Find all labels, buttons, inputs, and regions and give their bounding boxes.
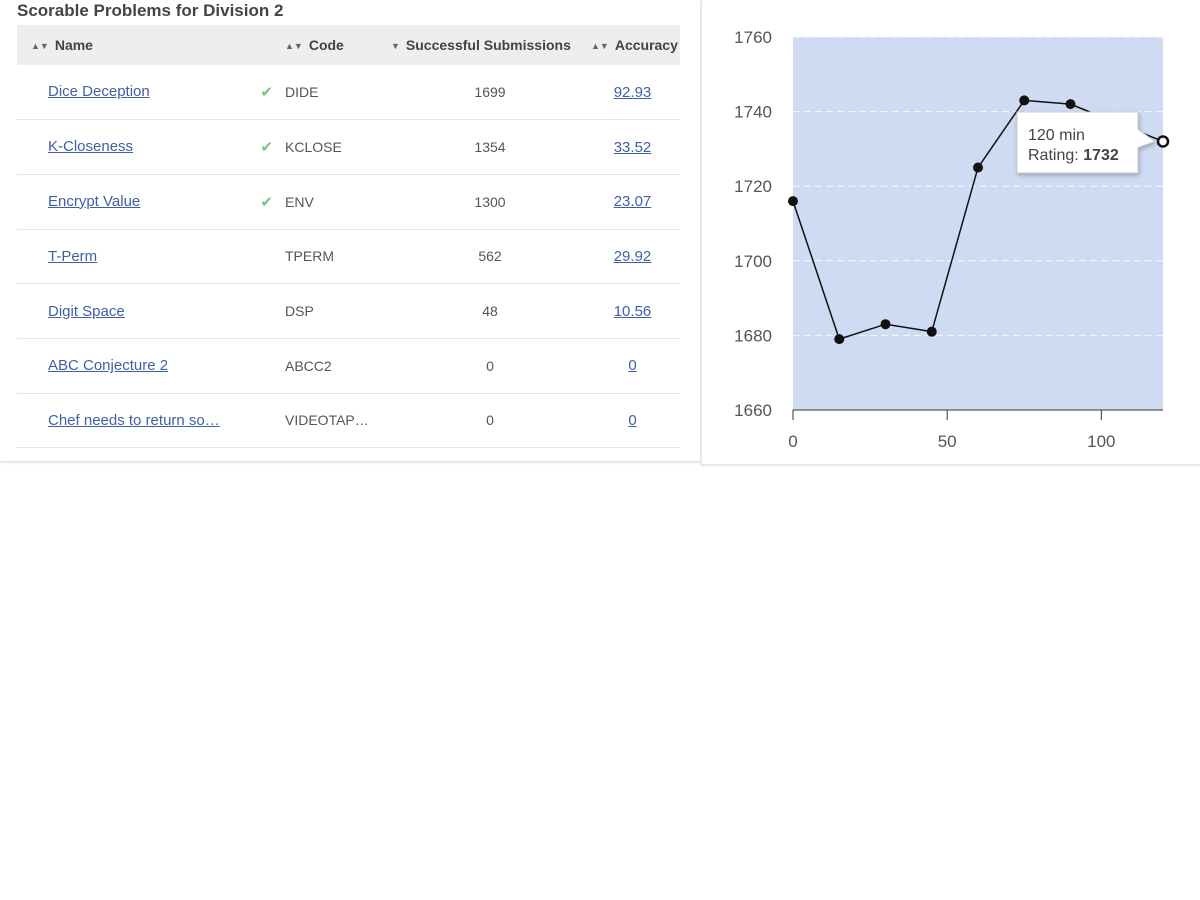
data-point [973,162,983,173]
column-header-name[interactable]: ▲▼ Name [17,25,285,65]
problem-name-link[interactable]: T-Perm [48,248,97,265]
y-tick-label: 1700 [734,252,772,271]
table-row: T-Perm TPERM 562 29.92 [17,229,680,284]
problem-name-link[interactable]: Digit Space [48,303,125,320]
problem-code: DIDE [285,84,319,101]
rating-chart-panel: 0 50 100 1660 1680 1700 1720 1740 1760 120 min Rat… [701,0,1200,465]
tooltip-rating: Rating: 1732 [1028,147,1119,164]
table-header-row: ▲▼ Name ▲▼ Code ▼ Successful Submissions ▲▼… [17,25,680,65]
data-point [1065,99,1076,110]
solved-check-icon: ✔ [260,193,273,211]
problem-name-link[interactable]: Encrypt Value [48,193,140,211]
table-row: Dice Deception ✔ DIDE 1699 92.93 [17,65,680,120]
data-point [880,319,891,330]
y-tick-label: 1680 [734,326,772,345]
sort-icon[interactable]: ▲▼ [285,41,303,51]
accuracy-link[interactable]: 92.93 [614,84,652,101]
accuracy-link[interactable]: 0 [628,357,636,374]
problem-name-link[interactable]: K-Closeness [48,138,133,156]
problem-name-link[interactable]: Chef needs to return so… [48,412,220,429]
problem-name-link[interactable]: ABC Conjecture 2 [48,357,168,374]
problem-code: ENV [285,193,314,210]
column-header-label: Successful Submissions [405,37,571,53]
x-tick-label: 0 [788,432,797,451]
problem-code: ABCC2 [285,357,332,374]
problem-code: DSP [285,303,314,320]
solved-check-icon: ✔ [260,84,273,102]
problems-table: ▲▼ Name ▲▼ Code ▼ Successful Submissions ▲▼… [17,25,680,448]
table-row: Chef needs to return so… VIDEOTAP… 0 0 [17,393,680,448]
table-body: Dice Deception ✔ DIDE 1699 92.93 K-Closeness ✔… [17,65,680,448]
accuracy-link[interactable]: 23.07 [614,193,652,210]
y-tick-label: 1740 [734,103,772,122]
column-header-label: Name [54,37,93,53]
problems-panel: Scorable Problems for Division 2 ▲▼ Name … [0,0,700,462]
successful-submissions: 1699 [474,84,506,101]
problem-code: TPERM [285,248,334,265]
x-tick-label: 50 [938,432,957,451]
table-row: K-Closeness ✔ KCLOSE 1354 33.52 [17,120,680,175]
column-header-label: Code [308,37,344,53]
y-tick-label: 1660 [734,401,772,420]
problem-code: VIDEOTAP… [285,412,369,429]
rating-tooltip: 120 min Rating: 1732 [1016,111,1157,174]
column-header-submissions[interactable]: ▼ Successful Submissions [389,25,591,65]
solved-check-icon: ✔ [260,139,273,157]
rating-chart: 0 50 100 1660 1680 1700 1720 1740 1760 120 min Rat… [734,28,1170,451]
successful-submissions: 48 [482,303,498,320]
accuracy-link[interactable]: 29.92 [614,248,652,265]
table-row: ABC Conjecture 2 ABCC2 0 0 [17,338,680,394]
successful-submissions: 562 [478,248,502,265]
successful-submissions: 0 [486,357,494,374]
column-header-code[interactable]: ▲▼ Code [285,25,389,65]
plot-area [793,37,1163,410]
accuracy-link[interactable]: 0 [628,412,636,429]
sort-down-icon[interactable]: ▼ [391,41,400,51]
data-point [1019,95,1030,106]
tooltip-time: 120 min [1028,127,1085,144]
column-header-label: Accuracy [614,37,678,53]
panel-title: Scorable Problems for Division 2 [17,1,284,20]
sort-icon[interactable]: ▲▼ [31,41,49,51]
data-point [926,326,937,337]
successful-submissions: 0 [486,412,494,429]
successful-submissions: 1354 [474,139,506,156]
accuracy-link[interactable]: 33.52 [614,139,652,156]
y-tick-label: 1720 [734,177,772,196]
y-tick-label: 1760 [734,28,772,47]
problem-code: KCLOSE [285,139,342,156]
accuracy-link[interactable]: 10.56 [614,303,652,320]
table-row: Digit Space DSP 48 10.56 [17,284,680,339]
successful-submissions: 1300 [474,193,506,210]
data-point [834,334,845,345]
data-point [788,196,798,207]
column-header-accuracy[interactable]: ▲▼ Accuracy [591,25,680,65]
x-tick-label: 100 [1087,432,1115,451]
sort-icon[interactable]: ▲▼ [591,41,609,51]
highlighted-data-point [1156,135,1170,148]
problem-name-link[interactable]: Dice Deception [48,83,150,101]
table-row: Encrypt Value ✔ ENV 1300 23.07 [17,174,680,230]
